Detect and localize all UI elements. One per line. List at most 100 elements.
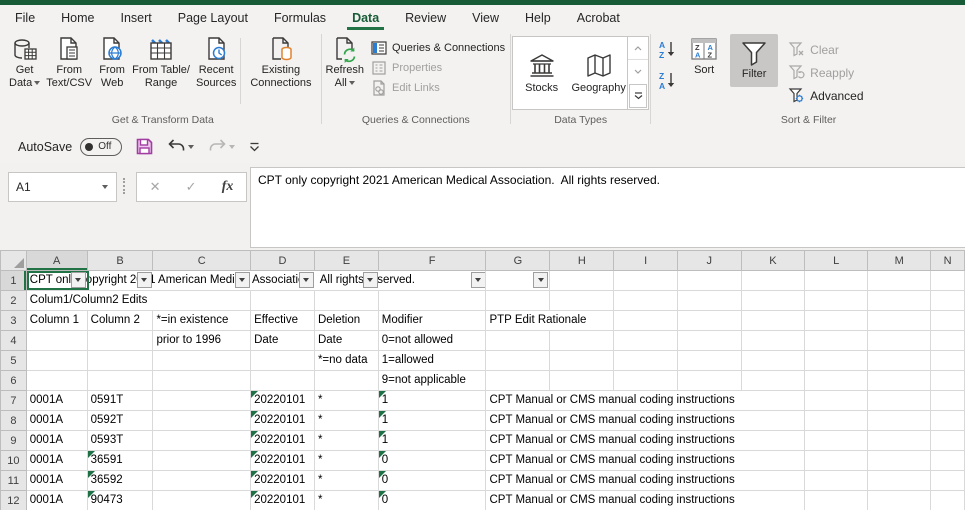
cell-B12[interactable]: 90473 [87,491,153,510]
cell-F8[interactable]: 1 [378,411,486,431]
cell-G8[interactable]: CPT Manual or CMS manual coding instruct… [486,411,805,431]
cell-M10[interactable] [868,451,931,471]
cell-M4[interactable] [868,331,931,351]
cancel-button[interactable]: ✕ [150,179,161,195]
select-all-button[interactable] [1,251,27,271]
row-header-8[interactable]: 8 [1,411,27,431]
filter-dropdown-B1[interactable] [137,272,152,288]
row-header-5[interactable]: 5 [1,351,27,371]
advanced-filter-button[interactable]: Advanced [784,84,867,107]
cell-L5[interactable] [805,351,868,371]
name-box[interactable]: A1 [8,172,117,202]
cell-N7[interactable] [931,391,965,411]
cell-B6[interactable] [87,371,153,391]
cell-I1[interactable] [614,271,678,291]
cell-E9[interactable]: * [314,431,378,451]
cell-L8[interactable] [805,411,868,431]
cell-J3[interactable] [677,311,741,331]
cell-B11[interactable]: 36592 [87,471,153,491]
cell-H5[interactable] [550,351,614,371]
cell-C3[interactable]: *=in existence [153,311,251,331]
cell-A12[interactable]: 0001A [26,491,87,510]
cell-M2[interactable] [868,291,931,311]
cell-I6[interactable] [614,371,678,391]
sort-ascending-button[interactable]: AZ [652,36,682,63]
reapply-filter-button[interactable]: Reapply [784,61,867,84]
from-text-csv-button[interactable]: From Text/CSV [43,34,95,92]
cell-B9[interactable]: 0593T [87,431,153,451]
cell-N8[interactable] [931,411,965,431]
gallery-up-button[interactable] [628,37,648,59]
column-header-G[interactable]: G [486,251,550,271]
cell-K5[interactable] [741,351,805,371]
clear-filter-button[interactable]: Clear [784,38,867,61]
cell-A6[interactable] [26,371,87,391]
cell-L12[interactable] [805,491,868,510]
cell-E5[interactable]: *=no data [314,351,378,371]
cell-A10[interactable]: 0001A [26,451,87,471]
cell-H6[interactable] [550,371,614,391]
cell-C7[interactable] [153,391,251,411]
cell-M3[interactable] [868,311,931,331]
cell-A11[interactable]: 0001A [26,471,87,491]
cell-N3[interactable] [931,311,965,331]
tab-formulas[interactable]: Formulas [261,5,339,30]
row-header-3[interactable]: 3 [1,311,27,331]
cell-M9[interactable] [868,431,931,451]
cell-G2[interactable] [486,291,550,311]
cell-D10[interactable]: 20220101 [251,451,315,471]
cell-M12[interactable] [868,491,931,510]
cell-C5[interactable] [153,351,251,371]
cell-H1[interactable] [550,271,614,291]
tab-acrobat[interactable]: Acrobat [564,5,633,30]
name-box-dropdown-icon[interactable] [102,185,108,189]
cell-G1[interactable] [486,271,550,291]
cell-N4[interactable] [931,331,965,351]
customize-qat-button[interactable] [249,142,260,152]
redo-dropdown-arrow-icon[interactable] [229,145,235,149]
cell-E11[interactable]: * [314,471,378,491]
cell-H2[interactable] [550,291,614,311]
column-header-C[interactable]: C [153,251,251,271]
cell-F5[interactable]: 1=allowed [378,351,486,371]
cell-F4[interactable]: 0=not allowed [378,331,486,351]
save-button[interactable] [136,138,153,155]
filter-button[interactable]: Filter [730,34,778,87]
cell-B10[interactable]: 36591 [87,451,153,471]
filter-dropdown-A1[interactable] [71,272,86,288]
insert-function-button[interactable]: fx [222,179,234,195]
cell-A2[interactable]: Colum1/Column2 Edits [26,291,250,311]
column-header-D[interactable]: D [251,251,315,271]
row-header-12[interactable]: 12 [1,491,27,510]
cell-L6[interactable] [805,371,868,391]
cell-G3[interactable]: PTP Edit Rationale [486,311,614,331]
cell-L4[interactable] [805,331,868,351]
column-header-F[interactable]: F [378,251,486,271]
cell-D12[interactable]: 20220101 [251,491,315,510]
cell-L2[interactable] [805,291,868,311]
cell-D11[interactable]: 20220101 [251,471,315,491]
cell-D6[interactable] [251,371,315,391]
cell-C10[interactable] [153,451,251,471]
cell-L1[interactable] [805,271,868,291]
properties-button[interactable]: Properties [367,58,509,78]
stocks-button[interactable]: Stocks [513,37,570,109]
cell-K1[interactable] [741,271,805,291]
cell-D4[interactable]: Date [251,331,315,351]
cell-I2[interactable] [614,291,678,311]
row-header-6[interactable]: 6 [1,371,27,391]
cell-B3[interactable]: Column 2 [87,311,153,331]
enter-button[interactable]: ✓ [186,179,197,195]
column-header-M[interactable]: M [868,251,931,271]
filter-dropdown-D1[interactable] [299,272,314,288]
row-header-1[interactable]: 1 [1,271,27,291]
cell-K2[interactable] [741,291,805,311]
cell-G5[interactable] [486,351,550,371]
cell-N12[interactable] [931,491,965,510]
cell-M7[interactable] [868,391,931,411]
cell-M6[interactable] [868,371,931,391]
cell-E3[interactable]: Deletion [314,311,378,331]
cell-F2[interactable] [378,291,486,311]
cell-C8[interactable] [153,411,251,431]
undo-button[interactable] [167,138,194,155]
